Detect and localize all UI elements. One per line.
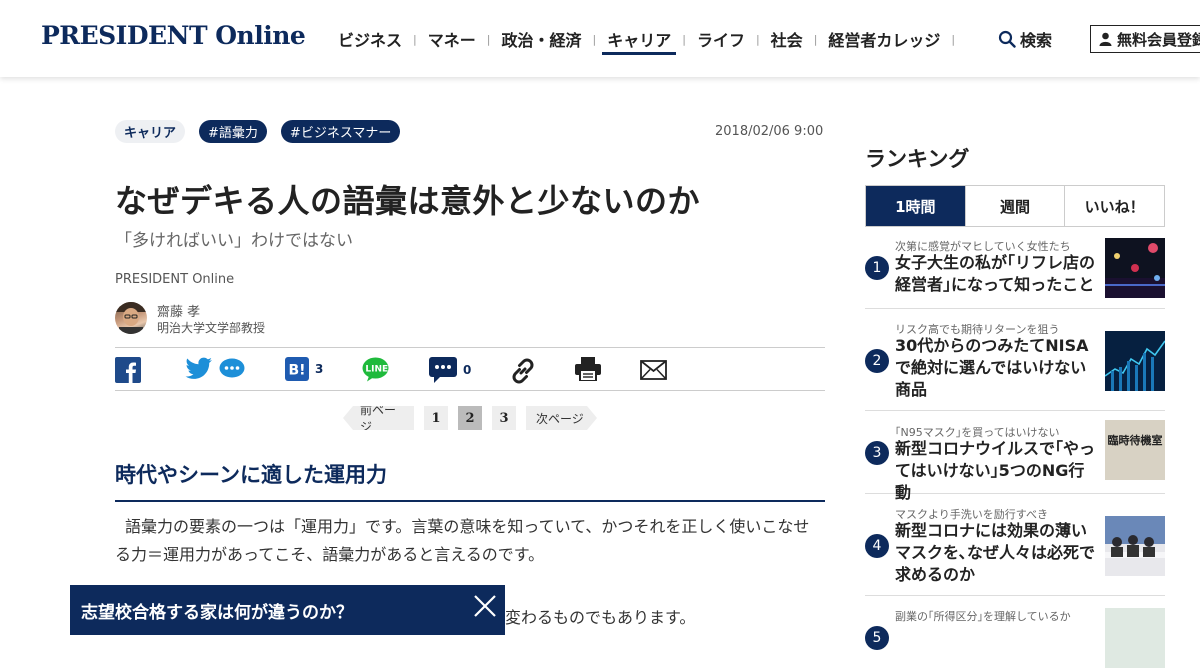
search-button[interactable]: 検索	[998, 27, 1052, 51]
rank-headline: 新型コロナには効果の薄いマスクを､なぜ人々は必死で求めるのか	[895, 521, 1096, 584]
hashtag-vocabulary[interactable]: #語彙力	[199, 120, 267, 143]
article-paragraph-partial: 変わるものでもあります。	[505, 608, 696, 627]
facebook-share-button[interactable]	[115, 357, 141, 383]
nav-separator: |	[755, 32, 760, 46]
nav-separator: |	[951, 32, 956, 46]
tab-likes[interactable]: いいね！	[1064, 186, 1164, 226]
search-label: 検索	[1020, 31, 1053, 50]
site-logo[interactable]: PRESIDENT Online	[41, 21, 306, 50]
rank-headline: 30代からのつみたてNISAで絶対に選んではいけない商品	[895, 336, 1089, 399]
article-source: PRESIDENT Online	[115, 272, 235, 287]
copy-link-button[interactable]	[509, 357, 537, 385]
nav-separator: |	[592, 32, 597, 46]
ranking-tabs: 1時間 週間 いいね！	[865, 185, 1165, 227]
rank-thumbnail: 臨時待機室	[1105, 420, 1165, 480]
article-subtitle: 「多ければいい」わけではない	[115, 231, 353, 251]
rank-number: 3	[865, 441, 889, 465]
publish-date: 2018/02/06 9:00	[715, 124, 824, 139]
author-avatar[interactable]	[115, 302, 147, 334]
nav-separator: |	[413, 32, 417, 46]
pagination: 前ページ 1 2 3 次ページ	[343, 406, 597, 430]
tab-hourly[interactable]: 1時間	[866, 186, 965, 226]
prev-page-button[interactable]: 前ページ	[343, 406, 414, 430]
twitter-comment-button[interactable]	[219, 358, 245, 380]
comment-button[interactable]: 0	[429, 357, 471, 383]
register-button[interactable]: 無料会員登録	[1090, 25, 1200, 53]
author-title: 明治大学文学部教授	[157, 321, 266, 335]
ranking-item-1[interactable]: 1 次第に感覚がマヒしていく女性たち 女子大生の私が｢リフレ店の経営者｣になって…	[865, 238, 1165, 309]
email-share-button[interactable]	[640, 360, 667, 380]
user-icon	[1099, 32, 1112, 46]
speech-bubble-icon	[219, 358, 245, 378]
hatena-bookmark-icon: B!	[285, 357, 309, 381]
thumbnail-sign-text: 臨時待機室	[1107, 434, 1163, 447]
article-tags: キャリア #語彙力 #ビジネスマナー	[115, 120, 414, 143]
tab-weekly[interactable]: 週間	[964, 186, 1065, 226]
hatena-bookmark-button[interactable]: B! 3	[285, 357, 323, 381]
svg-text:B!: B!	[289, 363, 306, 379]
printer-icon	[575, 357, 601, 381]
nav-item-executive-college[interactable]: 経営者カレッジ	[820, 27, 948, 51]
comment-count: 0	[463, 363, 472, 377]
nav-item-politics[interactable]: 政治・経済	[493, 27, 589, 51]
rank-headline: 女子大生の私が｢リフレ店の経営者｣になって知ったこと	[895, 253, 1096, 294]
rank-number: 1	[865, 256, 889, 280]
line-share-button[interactable]: LINE	[362, 357, 389, 382]
close-icon[interactable]	[472, 593, 498, 619]
ranking-title: ランキング	[865, 147, 970, 171]
article-title: なぜデキる人の語彙は意外と少ないのか	[115, 182, 701, 220]
page-1-link[interactable]: 1	[424, 406, 448, 430]
svg-text:LINE: LINE	[365, 365, 388, 375]
ranking-item-4[interactable]: 4 マスクより手洗いを励行すべき 新型コロナには効果の薄いマスクを､なぜ人々は必…	[865, 506, 1165, 596]
line-icon: LINE	[362, 357, 389, 382]
next-page-button[interactable]: 次ページ	[526, 406, 597, 430]
promo-banner-text: 志望校合格する家は何が違うのか？	[81, 602, 353, 623]
author-name[interactable]: 齋藤 孝	[157, 301, 200, 320]
rank-thumbnail	[1105, 608, 1165, 668]
nav-item-life[interactable]: ライフ	[689, 27, 753, 51]
link-icon	[512, 358, 534, 384]
nav-separator: |	[813, 32, 818, 46]
twitter-icon	[185, 357, 212, 379]
facebook-icon	[115, 357, 141, 383]
register-label: 無料会員登録	[1117, 30, 1200, 49]
rank-kicker: 副業の｢所得区分｣を理解しているか	[895, 610, 1071, 623]
rank-number: 2	[865, 349, 889, 373]
nav-separator: |	[682, 32, 686, 46]
category-tag[interactable]: キャリア	[115, 120, 186, 143]
rank-thumbnail	[1105, 516, 1165, 576]
twitter-share-button[interactable]	[185, 357, 213, 381]
rank-number: 4	[865, 534, 889, 558]
nav-item-society[interactable]: 社会	[763, 27, 811, 51]
nav-separator: |	[486, 32, 491, 46]
share-bar: B! 3 LINE 0	[115, 347, 825, 391]
mail-icon	[640, 360, 667, 380]
comment-icon	[429, 357, 457, 383]
section-heading: 時代やシーンに適した運用力	[115, 458, 825, 502]
page-3-link[interactable]: 3	[492, 406, 516, 430]
site-header: PRESIDENT Online ビジネス | マネー | 政治・経済 | キャ…	[0, 0, 1200, 77]
nav-item-money[interactable]: マネー	[420, 27, 484, 51]
nav-item-business[interactable]: ビジネス	[330, 27, 410, 51]
print-button[interactable]	[575, 357, 601, 381]
article-paragraph: 語彙力の要素の一つは「運用力」です。言葉の意味を知っていて、かつそれを正しく使い…	[115, 517, 810, 564]
hatena-count: 3	[315, 362, 324, 376]
main-nav: ビジネス | マネー | 政治・経済 | キャリア | ライフ | 社会 | 経…	[330, 27, 958, 55]
promo-banner[interactable]: 志望校合格する家は何が違うのか？	[70, 585, 505, 635]
page-2-current[interactable]: 2	[458, 406, 482, 430]
search-icon	[998, 30, 1016, 48]
ranking-item-5[interactable]: 5 副業の｢所得区分｣を理解しているか	[865, 608, 1165, 668]
hashtag-business-manner[interactable]: #ビジネスマナー	[280, 120, 401, 143]
rank-headline: 新型コロナウイルスで｢やってはいけない｣5つのNG行動	[895, 439, 1096, 502]
rank-thumbnail	[1105, 238, 1165, 298]
ranking-item-3[interactable]: 3 ｢N95マスク｣を買ってはいけない 新型コロナウイルスで｢やってはいけない｣…	[865, 420, 1165, 502]
ranking-item-2[interactable]: 2 リスク高でも期待リターンを狙う 30代からのつみたてNISAで絶対に選んでは…	[865, 321, 1165, 411]
rank-thumbnail	[1105, 331, 1165, 391]
nav-item-career[interactable]: キャリア	[599, 27, 679, 55]
